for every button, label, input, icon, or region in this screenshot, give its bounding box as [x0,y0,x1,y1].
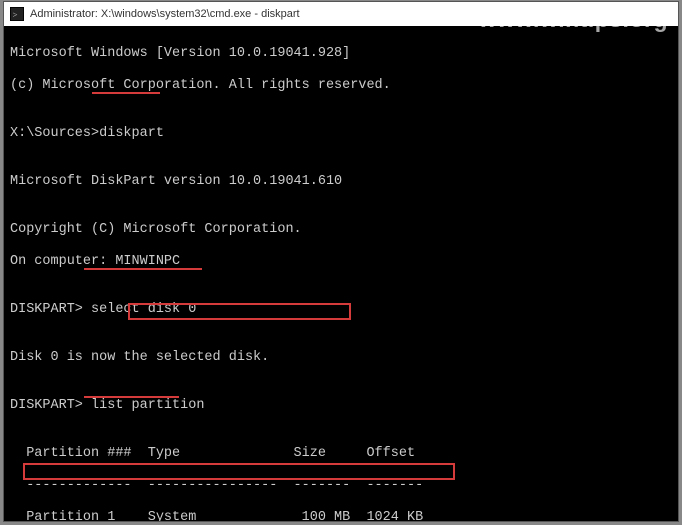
output-line: X:\Sources>diskpart [10,126,672,142]
cmd-icon: > [10,7,24,21]
output-line: (c) Microsoft Corporation. All rights re… [10,78,672,94]
output-line: DISKPART> list partition [10,398,672,414]
terminal-output[interactable]: Microsoft Windows [Version 10.0.19041.92… [4,26,678,521]
titlebar-title: Administrator: X:\windows\system32\cmd.e… [30,8,300,20]
partition-table-header: Partition ### Type Size Offset [10,446,672,462]
prompt: X:\Sources> [10,126,99,141]
titlebar[interactable]: > Administrator: X:\windows\system32\cmd… [4,2,678,26]
output-line: Microsoft Windows [Version 10.0.19041.92… [10,46,672,62]
typed-command-diskpart: diskpart [99,126,164,141]
prompt: DISKPART> [10,398,91,413]
table-row: Partition 1 System 100 MB 1024 KB [10,510,672,521]
output-line: Copyright (C) Microsoft Corporation. [10,222,672,238]
svg-text:>: > [13,10,18,20]
cmd-window: > Administrator: X:\windows\system32\cmd… [3,1,679,522]
output-line: Microsoft DiskPart version 10.0.19041.61… [10,174,672,190]
typed-command-list-partition: list partition [91,398,204,413]
output-line: On computer: MINWINPC [10,254,672,270]
output-line: DISKPART> select disk 0 [10,302,672,318]
output-line: Disk 0 is now the selected disk. [10,350,672,366]
partition-table-divider: ------------- ---------------- ------- -… [10,478,672,494]
